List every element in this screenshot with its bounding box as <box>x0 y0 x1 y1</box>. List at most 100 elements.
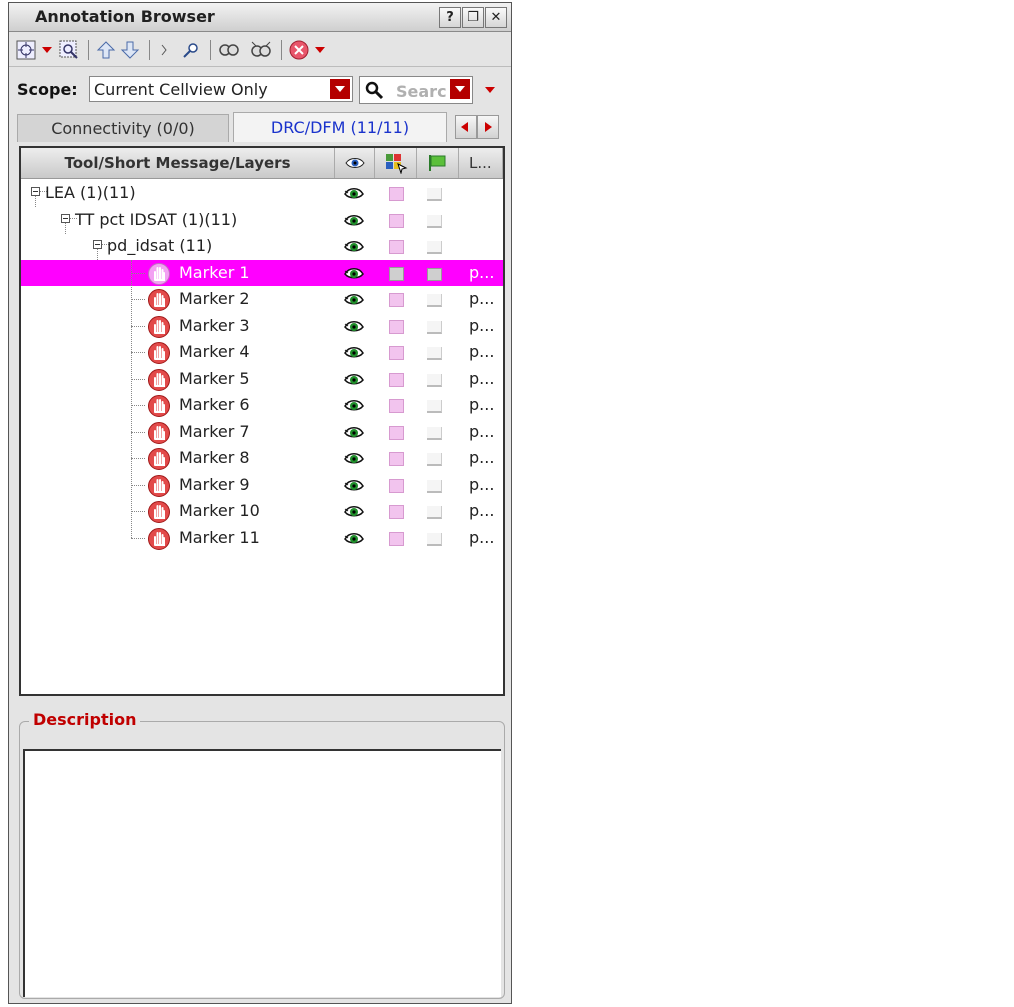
search-placeholder: Searc <box>396 82 447 101</box>
flag-checkbox[interactable] <box>427 532 442 546</box>
eye-icon[interactable] <box>343 213 365 233</box>
eye-icon[interactable] <box>343 398 365 418</box>
select-checkbox[interactable] <box>389 240 404 254</box>
down-arrow-icon[interactable] <box>119 37 141 63</box>
window-title: Annotation Browser <box>35 7 215 26</box>
flag-checkbox[interactable] <box>427 214 442 228</box>
window-buttons: ? ❐ ✕ <box>439 7 507 28</box>
eye-icon[interactable] <box>343 504 365 524</box>
options-dropdown-icon[interactable] <box>485 87 495 93</box>
select-checkbox[interactable] <box>389 505 404 519</box>
flag-checkbox[interactable] <box>427 320 442 334</box>
help-button[interactable]: ? <box>439 7 461 28</box>
marker-row[interactable]: Marker 8 p... <box>21 445 503 472</box>
select-checkbox[interactable] <box>389 346 404 360</box>
marker-row[interactable]: Marker 10 p... <box>21 498 503 525</box>
collapse-icon[interactable] <box>31 187 40 196</box>
chevron-down-icon[interactable] <box>330 79 350 99</box>
eye-icon[interactable] <box>343 345 365 365</box>
flag-checkbox[interactable] <box>427 267 442 281</box>
scope-select[interactable]: Current Cellview Only <box>89 76 353 102</box>
marker-label: Marker 5 <box>179 368 250 388</box>
eye-icon[interactable] <box>343 372 365 392</box>
select-checkbox[interactable] <box>389 452 404 466</box>
flag-checkbox[interactable] <box>427 479 442 493</box>
zoom-dropdown-icon[interactable] <box>42 46 52 53</box>
zoom-select-icon[interactable] <box>58 37 80 63</box>
tab-drc-dfm[interactable]: DRC/DFM (11/11) <box>233 112 447 142</box>
zoom-fit-icon[interactable] <box>15 37 37 63</box>
scroll-left-icon[interactable] <box>455 115 477 139</box>
tree-node-row[interactable]: LEA (1)(11) <box>21 180 503 207</box>
select-checkbox[interactable] <box>389 187 404 201</box>
select-checkbox[interactable] <box>389 478 404 493</box>
eye-icon[interactable] <box>343 239 365 259</box>
select-checkbox[interactable] <box>389 425 404 440</box>
marker-row[interactable]: Marker 11 p... <box>21 525 503 552</box>
search-icon[interactable] <box>180 37 202 63</box>
marker-row[interactable]: Marker 1 p... <box>21 259 503 286</box>
cursor-icon[interactable] <box>156 37 172 63</box>
eye-icon[interactable] <box>343 451 365 471</box>
flag-checkbox[interactable] <box>427 453 442 466</box>
tree-header: Tool/Short Message/Layers L... <box>21 148 503 179</box>
eye-icon[interactable] <box>343 319 365 339</box>
tab-connectivity[interactable]: Connectivity (0/0) <box>17 114 229 142</box>
layer-label: p... <box>469 315 495 335</box>
close-button[interactable]: ✕ <box>485 7 507 28</box>
marker-row[interactable]: Marker 2 p... <box>21 286 503 313</box>
eye-icon[interactable] <box>343 186 365 206</box>
link-icon[interactable] <box>217 37 241 63</box>
tree-node-row[interactable]: pd_idsat (11) <box>21 233 503 260</box>
title-bar[interactable]: Annotation Browser ? ❐ ✕ <box>9 3 511 32</box>
marker-label: Marker 8 <box>179 448 250 467</box>
flag-checkbox[interactable] <box>427 373 442 387</box>
eye-icon[interactable] <box>343 425 365 445</box>
select-checkbox[interactable] <box>389 319 404 334</box>
flag-checkbox[interactable] <box>427 400 442 413</box>
flag-checkbox[interactable] <box>427 241 442 254</box>
select-checkbox[interactable] <box>389 293 404 307</box>
stop-icon[interactable] <box>288 37 310 63</box>
eye-icon[interactable] <box>343 478 365 498</box>
scroll-right-icon[interactable] <box>477 115 499 139</box>
tree-node-row[interactable]: TT pct IDSAT (1)(11) <box>21 207 503 234</box>
collapse-icon[interactable] <box>93 240 102 249</box>
column-header-layers[interactable]: L... <box>459 148 503 178</box>
marker-row[interactable]: Marker 3 p... <box>21 313 503 340</box>
flag-checkbox[interactable] <box>427 426 442 440</box>
flag-column-icon[interactable] <box>417 148 459 178</box>
collapse-icon[interactable] <box>61 213 70 223</box>
marker-label: Marker 2 <box>179 289 250 308</box>
select-checkbox[interactable] <box>389 531 404 546</box>
chevron-down-icon[interactable] <box>450 79 470 99</box>
marker-row[interactable]: Marker 5 p... <box>21 366 503 393</box>
visibility-column-icon[interactable] <box>335 148 375 178</box>
eye-icon[interactable] <box>343 531 365 551</box>
flag-checkbox[interactable] <box>427 347 442 360</box>
select-column-icon[interactable] <box>375 148 417 178</box>
marker-row[interactable]: Marker 4 p... <box>21 339 503 366</box>
select-checkbox[interactable] <box>389 213 404 228</box>
stop-dropdown-icon[interactable] <box>315 46 325 53</box>
marker-label: Marker 10 <box>179 501 260 520</box>
up-arrow-icon[interactable] <box>95 37 117 63</box>
column-header-name[interactable]: Tool/Short Message/Layers <box>21 148 335 178</box>
float-button[interactable]: ❐ <box>462 7 484 28</box>
select-checkbox[interactable] <box>389 399 404 413</box>
eye-icon[interactable] <box>343 292 365 312</box>
marker-label: Marker 6 <box>179 395 250 414</box>
unlink-icon[interactable] <box>249 37 273 63</box>
eye-icon[interactable] <box>343 266 365 286</box>
search-input[interactable]: Searc <box>359 76 473 104</box>
marker-row[interactable]: Marker 9 p... <box>21 472 503 499</box>
flag-checkbox[interactable] <box>427 188 442 201</box>
select-checkbox[interactable] <box>389 266 404 281</box>
annotation-tree[interactable]: Tool/Short Message/Layers L... LEA (1)(1… <box>19 146 505 696</box>
marker-row[interactable]: Marker 7 p... <box>21 419 503 446</box>
marker-label: Marker 9 <box>179 474 250 494</box>
select-checkbox[interactable] <box>389 372 404 387</box>
flag-checkbox[interactable] <box>427 294 442 307</box>
marker-row[interactable]: Marker 6 p... <box>21 392 503 419</box>
flag-checkbox[interactable] <box>427 506 442 519</box>
